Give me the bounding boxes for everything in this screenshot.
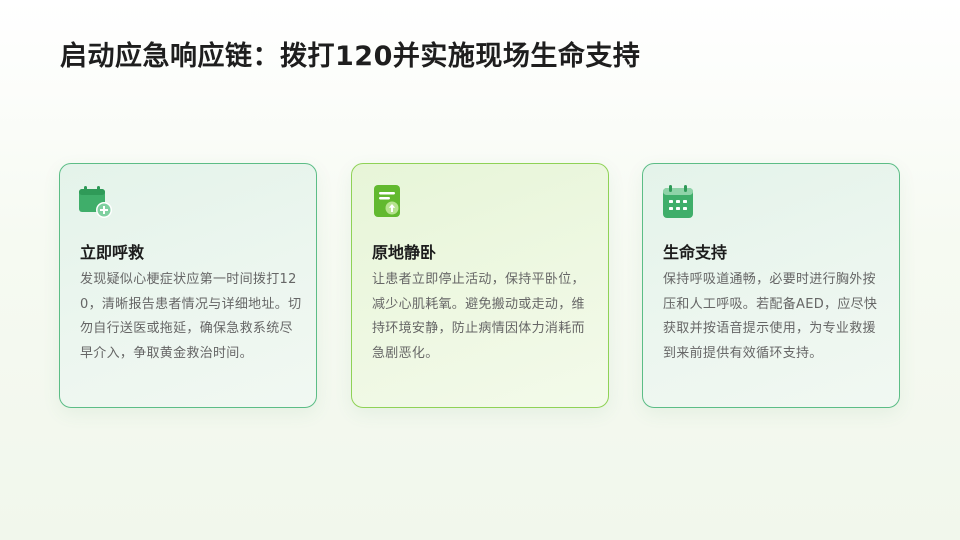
card-text: 保持呼吸道通畅，必要时进行胸外按压和人工呼吸。若配备AED，应尽快获取并按语音提…	[663, 272, 878, 361]
card-title: 原地静卧	[372, 243, 437, 262]
card-title: 生命支持	[663, 243, 728, 262]
card-call-for-help: 立即呼救 发现疑似心梗症状应第一时间拨打120，清晰报告患者情况与详细地址。切勿…	[59, 163, 317, 408]
document-upload-icon	[374, 185, 400, 217]
card-text: 发现疑似心梗症状应第一时间拨打120，清晰报告患者情况与详细地址。切勿自行送医或…	[80, 272, 302, 361]
card-lie-still: 原地静卧 让患者立即停止活动，保持平卧位，减少心肌耗氧。避免搬动或走动，维持环境…	[351, 163, 609, 408]
card-text: 让患者立即停止活动，保持平卧位，减少心肌耗氧。避免搬动或走动，维持环境安静，防止…	[372, 272, 585, 361]
calendar-grid-icon	[663, 185, 693, 218]
calendar-add-icon	[79, 186, 112, 218]
slide-title: 启动应急响应链：拨打120并实施现场生命支持	[60, 41, 641, 72]
card-title: 立即呼救	[80, 243, 145, 262]
card-life-support: 生命支持 保持呼吸道通畅，必要时进行胸外按压和人工呼吸。若配备AED，应尽快获取…	[642, 163, 900, 408]
